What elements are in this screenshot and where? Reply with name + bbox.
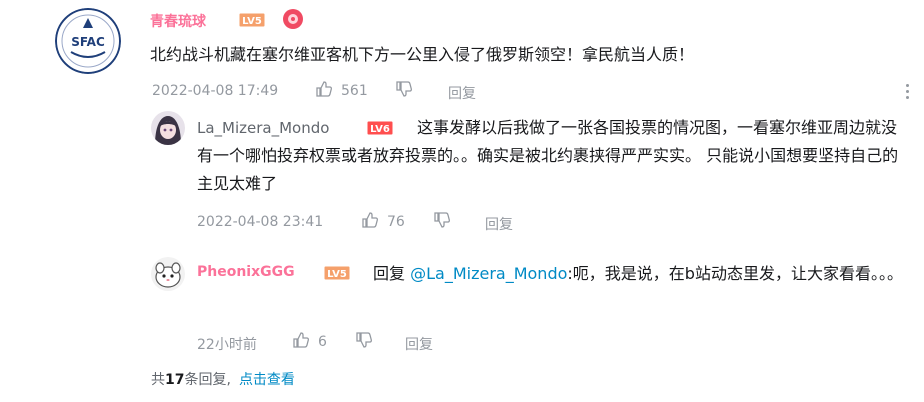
reply-count: 17 (165, 372, 185, 388)
like-count: 561 (341, 83, 368, 99)
reply-text: :呃，我是说，在b站动态里发，让大家看看。。。 (567, 264, 903, 283)
footer-prefix: 共 (151, 372, 165, 388)
thumb-up-icon[interactable] (292, 331, 310, 349)
avatar[interactable]: SFAC (55, 8, 121, 74)
footer-suffix: 条回复, (184, 372, 231, 388)
reply-time: 2022-04-08 23:41 (197, 214, 324, 230)
thumb-down-icon[interactable] (433, 211, 451, 229)
reply-time: 22小时前 (197, 337, 257, 353)
level-badge: LV5 (239, 13, 265, 27)
avatar[interactable] (151, 111, 185, 145)
view-all-replies: 共17条回复, 点击查看 (151, 369, 295, 389)
reply-button[interactable]: 回复 (485, 214, 513, 234)
comment-content: 北约战斗机藏在塞尔维亚客机下方一公里入侵了俄罗斯领空！拿民航当人质！ (150, 45, 695, 64)
svg-text:LV5: LV5 (242, 16, 262, 27)
reply-prefix: 回复 (373, 264, 406, 283)
view-replies-link[interactable]: 点击查看 (239, 372, 295, 388)
more-vertical-icon[interactable] (906, 84, 909, 99)
like-count: 6 (318, 334, 327, 350)
reply-content: 这事发酵以后我做了一张各国投票的情况图，一看塞尔维亚周边就没有一个哪怕投弃权票或… (197, 114, 912, 198)
mention-link[interactable]: @La_Mizera_Mondo (410, 264, 567, 283)
thumb-down-icon[interactable] (355, 331, 373, 349)
username[interactable]: 青春琉球 (150, 11, 206, 31)
avatar-logo-text: SFAC (71, 35, 105, 49)
reply-content: 回复 @La_Mizera_Mondo:呃，我是说，在b站动态里发，让大家看看。… (197, 260, 912, 288)
reply-button[interactable]: 回复 (448, 83, 476, 103)
comment-time: 2022-04-08 17:49 (152, 83, 279, 99)
thumb-up-icon[interactable] (361, 211, 379, 229)
thumb-up-icon[interactable] (315, 80, 333, 98)
thumb-down-icon[interactable] (395, 80, 413, 98)
avatar[interactable] (151, 257, 185, 291)
reply-button[interactable]: 回复 (405, 334, 433, 354)
like-count: 76 (387, 214, 405, 230)
medal-icon (283, 9, 303, 29)
reply-text: 这事发酵以后我做了一张各国投票的情况图，一看塞尔维亚周边就没有一个哪怕投弃权票或… (197, 118, 899, 193)
